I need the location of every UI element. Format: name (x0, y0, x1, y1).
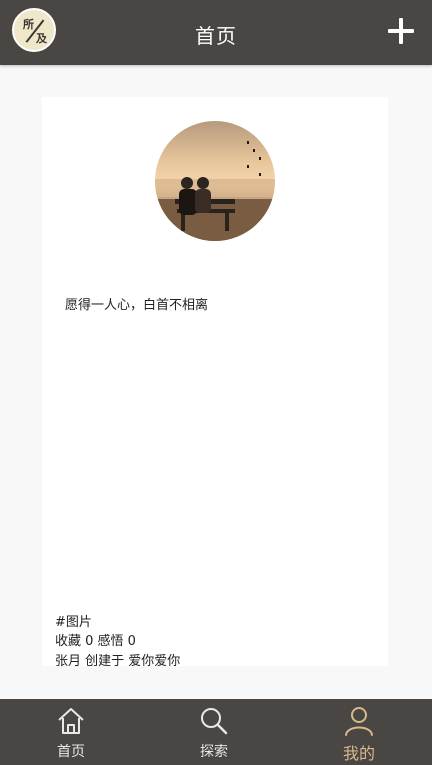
post-image[interactable] (155, 121, 275, 241)
page-title: 首页 (195, 24, 237, 48)
nav-item-home[interactable]: 首页 (11, 699, 131, 765)
post-quote: 愿得一人心，白首不相离 (65, 298, 209, 313)
couple-on-bench-photo (155, 121, 275, 241)
post-creator: 张月 创建于 爱你爱你 (55, 654, 181, 669)
nav-item-explore[interactable]: 探索 (154, 699, 274, 765)
post-card[interactable]: 愿得一人心，白首不相离 #图片 收藏 0 感悟 0 张月 创建于 爱你爱你 (42, 97, 388, 669)
nav-label-mine: 我的 (342, 744, 375, 763)
app-screen: 所 及 首页 愿得一人心，白首不相离 #图片 收藏 0 感悟 0 张月 创建于 … (0, 0, 432, 765)
post-tag[interactable]: #图片 (55, 611, 92, 630)
bottom-nav: 首页 探索 我的 (0, 699, 432, 765)
user-icon (345, 707, 373, 736)
top-bar: 所 及 首页 (0, 0, 432, 65)
plus-icon[interactable] (388, 18, 414, 44)
search-icon (201, 708, 228, 735)
post-stats: 收藏 0 感悟 0 (55, 634, 136, 649)
nav-label-home: 首页 (57, 744, 85, 760)
nav-item-mine[interactable]: 我的 (299, 699, 419, 765)
nav-label-explore: 探索 (200, 744, 228, 760)
home-icon (58, 708, 84, 734)
